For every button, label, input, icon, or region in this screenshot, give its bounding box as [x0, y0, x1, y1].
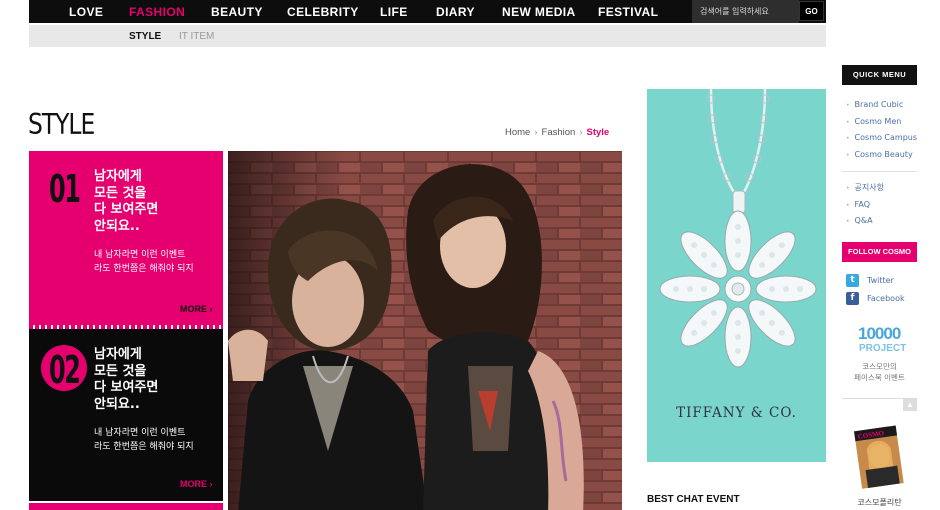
- facebook-link[interactable]: f Facebook: [846, 292, 905, 305]
- scroll-up-icon[interactable]: ▲: [903, 398, 917, 411]
- headline-line: 안되요..: [94, 396, 140, 412]
- ad-brand-text: TIFFANY & CO.: [676, 405, 797, 421]
- feature-headline: 남자에게 모든 것을 다 보여주면 안되요..: [94, 169, 214, 235]
- desc-line: 내 남자라면 이런 이벤트: [94, 428, 186, 438]
- nav-item-beauty[interactable]: BEAUTY: [211, 5, 263, 19]
- headline-line: 모든 것을: [94, 363, 147, 379]
- breadcrumb-fashion[interactable]: Fashion: [542, 127, 576, 138]
- nav-item-love[interactable]: LOVE: [69, 5, 103, 19]
- project-label: PROJECT: [859, 343, 907, 354]
- twitter-icon: t: [846, 274, 859, 287]
- headline-line: 다 보여주면: [94, 202, 159, 217]
- more-label: MORE: [180, 304, 207, 314]
- more-link[interactable]: MORE ›: [180, 479, 213, 489]
- best-chat-heading: BEST CHAT EVENT: [647, 494, 740, 505]
- quick-link-faq[interactable]: FAQ: [846, 200, 871, 209]
- headline-line: 안되요..: [94, 218, 140, 234]
- desc-line: 라도 한번쯤은 해줘야 되지: [94, 264, 194, 274]
- quick-link-qna[interactable]: Q&A: [846, 216, 873, 225]
- quick-link-notice[interactable]: 공지사항: [846, 182, 884, 193]
- facebook-icon: f: [846, 292, 859, 305]
- nav-item-celebrity[interactable]: CELEBRITY: [287, 5, 359, 19]
- breadcrumb-home[interactable]: Home: [505, 127, 530, 138]
- project-number[interactable]: 10000: [858, 324, 901, 344]
- headline-line: 모든 것을: [94, 185, 147, 201]
- nav-item-diary[interactable]: DIARY: [436, 5, 475, 19]
- project-subtitle: 페이스북 이벤트: [854, 373, 905, 382]
- quick-link-cosmo-beauty[interactable]: Cosmo Beauty: [846, 150, 913, 159]
- feature-number: 01: [49, 167, 81, 211]
- subnav-it-item[interactable]: IT ITEM: [179, 31, 214, 42]
- quick-link-brand-cubic[interactable]: Brand Cubic: [846, 100, 904, 109]
- sub-nav: STYLE IT ITEM: [29, 25, 826, 47]
- twitter-link[interactable]: t Twitter: [846, 274, 894, 287]
- top-nav: LOVE FASHION BEAUTY CELEBRITY LIFE DIARY…: [29, 0, 826, 23]
- page-title: STYLE: [28, 108, 95, 142]
- page-root: LOVE FASHION BEAUTY CELEBRITY LIFE DIARY…: [0, 0, 940, 510]
- nav-item-fashion[interactable]: FASHION: [129, 5, 185, 19]
- hero-photo[interactable]: [228, 151, 622, 510]
- headline-line: 남자에게: [94, 169, 142, 184]
- feature-panel-2[interactable]: 02 남자에게 모든 것을 다 보여주면 안되요.. 내 남자라면 이런 이벤트…: [29, 329, 223, 501]
- headline-line: 남자에게: [94, 347, 142, 362]
- feature-description: 내 남자라면 이런 이벤트 라도 한번쯤은 해줘야 되지: [94, 248, 220, 276]
- quick-menu-header: QUICK MENU: [842, 65, 917, 85]
- feature-panel-3[interactable]: [29, 503, 223, 510]
- feature-headline: 남자에게 모든 것을 다 보여주면 안되요..: [94, 347, 214, 413]
- chevron-right-icon: ›: [209, 479, 213, 489]
- feature-panel-1[interactable]: 01 남자에게 모든 것을 다 보여주면 안되요.. 내 남자라면 이런 이벤트…: [29, 151, 223, 329]
- search-go-button[interactable]: GO: [799, 1, 824, 21]
- quick-link-cosmo-campus[interactable]: Cosmo Campus: [846, 133, 917, 142]
- subnav-style[interactable]: STYLE: [129, 31, 161, 42]
- follow-cosmo-header: FOLLOW COSMO: [842, 242, 917, 262]
- desc-line: 내 남자라면 이런 이벤트: [94, 250, 186, 260]
- more-link[interactable]: MORE ›: [180, 304, 213, 314]
- nav-item-festival[interactable]: FESTIVAL: [598, 5, 658, 19]
- breadcrumb-current: Style: [586, 127, 610, 138]
- more-label: MORE: [180, 479, 207, 489]
- hero-photo-image: [228, 151, 622, 510]
- breadcrumb-separator: ›: [534, 127, 538, 138]
- nav-item-life[interactable]: LIFE: [380, 5, 408, 19]
- magazine-cover-image[interactable]: COSMO: [852, 424, 908, 492]
- headline-line: 다 보여주면: [94, 380, 159, 395]
- twitter-label: Twitter: [867, 276, 894, 285]
- nav-item-new-media[interactable]: NEW MEDIA: [502, 5, 576, 19]
- divider: [842, 171, 917, 172]
- advertisement-banner[interactable]: TIFFANY & CO.: [647, 89, 826, 462]
- chevron-right-icon: ›: [209, 304, 213, 314]
- breadcrumb-separator: ›: [579, 127, 583, 138]
- magazine-label[interactable]: 코스모폴리탄: [842, 497, 917, 508]
- search-input[interactable]: [692, 0, 799, 23]
- feature-number: 02: [49, 348, 81, 392]
- desc-line: 라도 한번쯤은 해줘야 되지: [94, 442, 194, 452]
- breadcrumb: Home › Fashion › Style: [505, 127, 609, 138]
- project-subtitle: 코스모만의: [862, 362, 897, 371]
- feature-description: 내 남자라면 이런 이벤트 라도 한번쯤은 해줘야 되지: [94, 426, 220, 454]
- quick-link-cosmo-men[interactable]: Cosmo Men: [846, 117, 902, 126]
- facebook-label: Facebook: [867, 294, 905, 303]
